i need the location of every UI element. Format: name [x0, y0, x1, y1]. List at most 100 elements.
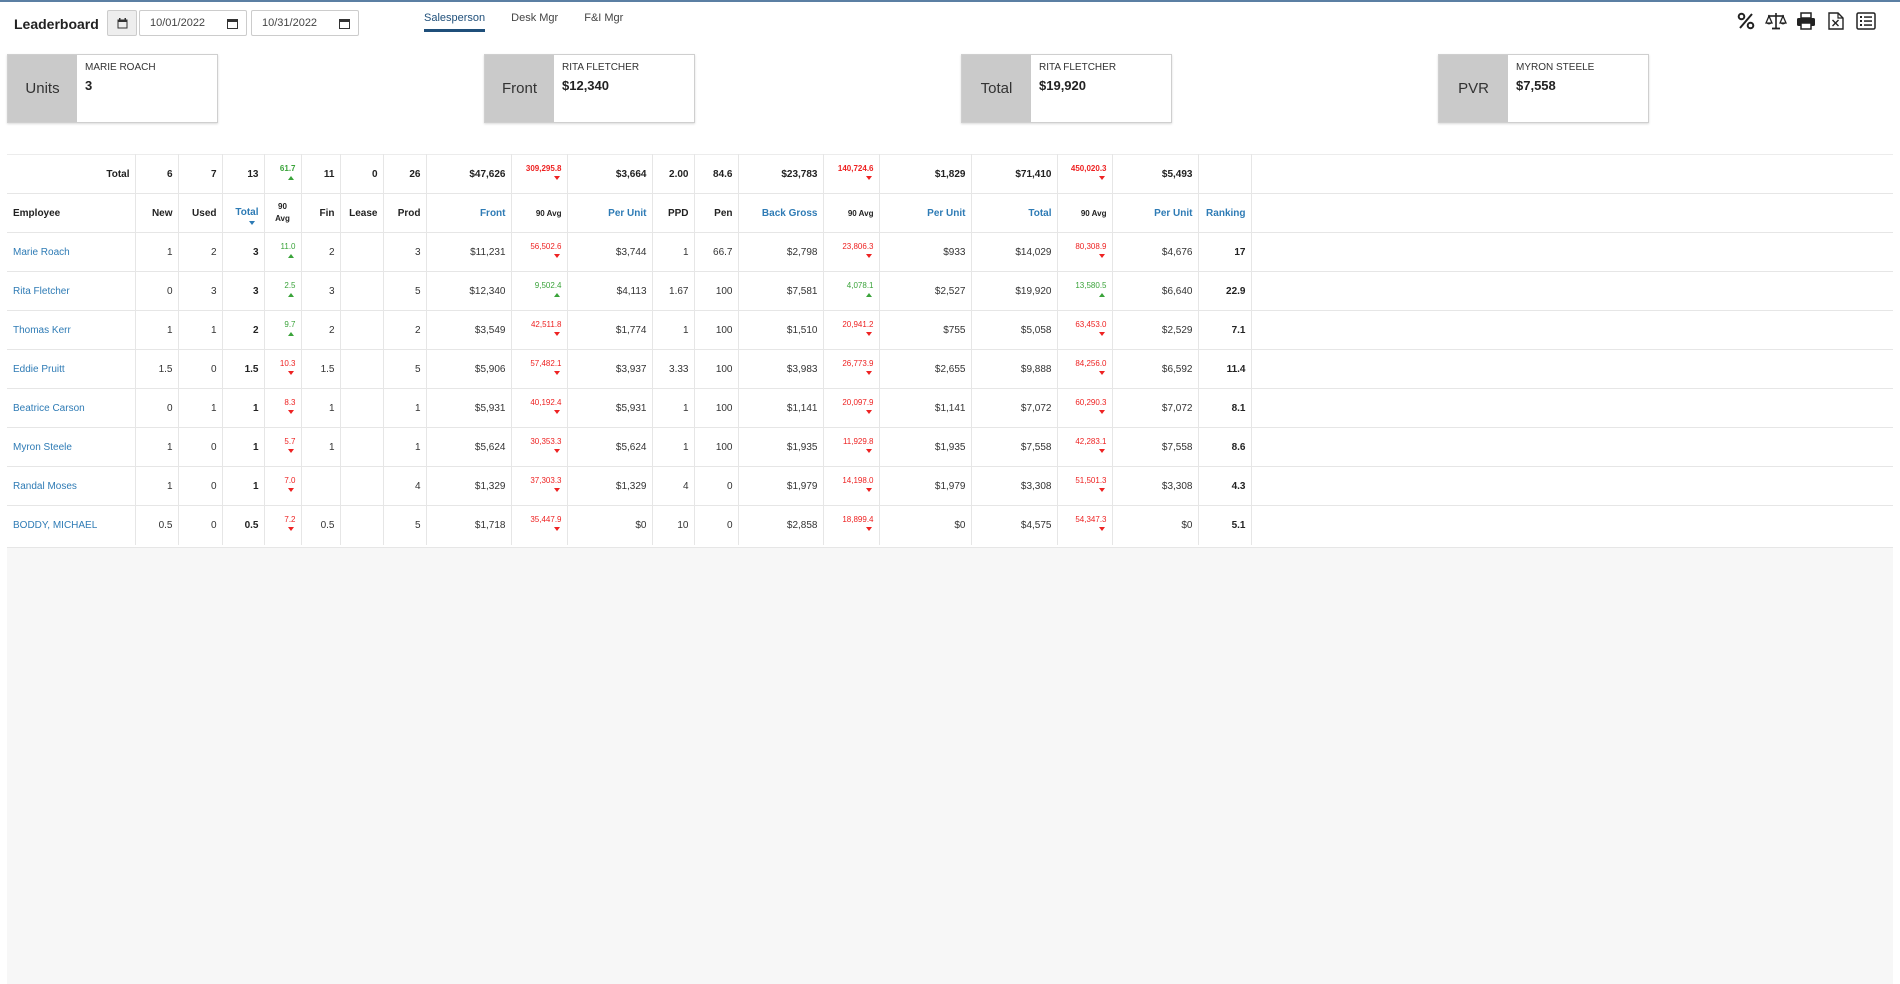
cell-front: $5,931 — [426, 388, 512, 428]
arrow-down-icon — [553, 332, 560, 336]
cell-lease — [340, 310, 384, 350]
row-filler — [1251, 154, 1893, 194]
cell-new: 0 — [135, 271, 179, 311]
column-header-front-pu[interactable]: Per Unit — [567, 193, 653, 233]
row-filler — [1251, 232, 1893, 272]
column-header-tot[interactable]: Total — [971, 193, 1058, 233]
cell-back-pu: $2,527 — [879, 271, 972, 311]
column-header-front[interactable]: Front — [426, 193, 512, 233]
column-header-total[interactable]: Total — [222, 193, 265, 233]
avg-cell: 56,502.6 — [511, 232, 568, 272]
print-icon[interactable] — [1794, 10, 1818, 32]
cell-tot-pu: $7,558 — [1112, 427, 1199, 467]
cell-new: 0 — [135, 388, 179, 428]
column-header-back[interactable]: Back Gross — [738, 193, 824, 233]
excel-icon[interactable] — [1824, 10, 1848, 32]
total-pen: 84.6 — [694, 154, 739, 194]
cell-fin: 1.5 — [301, 349, 341, 389]
row-filler — [1251, 427, 1893, 467]
cell-back-pu: $755 — [879, 310, 972, 350]
column-header-back-pu[interactable]: Per Unit — [879, 193, 972, 233]
employee-link[interactable]: Beatrice Carson — [7, 388, 136, 428]
cell-lease — [340, 388, 384, 428]
employee-link[interactable]: Eddie Pruitt — [7, 349, 136, 389]
tab-desk-mgr[interactable]: Desk Mgr — [511, 12, 558, 32]
avg-value: 40,192.4 — [530, 398, 562, 407]
cell-new: 1 — [135, 427, 179, 467]
cell-tot: $19,920 — [971, 271, 1058, 311]
cell-total: 1 — [222, 388, 265, 428]
avg-value: 84,256.0 — [1075, 359, 1107, 368]
column-header-label: 90 Avg — [847, 208, 874, 218]
total-fin: 11 — [301, 154, 341, 194]
column-header-label: Per Unit — [1154, 207, 1193, 219]
date-from-value: 10/01/2022 — [150, 17, 206, 29]
row-filler — [1251, 271, 1893, 311]
cell-total: 0.5 — [222, 505, 265, 545]
cell-used: 0 — [178, 427, 223, 467]
avg-cell: 9.7 — [264, 310, 302, 350]
employee-link[interactable]: Myron Steele — [7, 427, 136, 467]
row-filler — [1251, 466, 1893, 506]
arrow-down-icon — [553, 254, 560, 258]
column-header-front-avg: 90 Avg — [511, 193, 568, 233]
employee-link[interactable]: Thomas Kerr — [7, 310, 136, 350]
arrow-down-icon — [865, 332, 872, 336]
percent-icon[interactable] — [1734, 10, 1758, 32]
cell-new: 1 — [135, 232, 179, 272]
card-name: MARIE ROACH — [85, 62, 156, 73]
cell-rank: 8.6 — [1198, 427, 1252, 467]
calendar-icon[interactable] — [339, 18, 350, 32]
cell-ppd: 1 — [652, 427, 695, 467]
calendar-icon[interactable] — [227, 18, 238, 32]
avg-cell: 450,020.3 — [1057, 154, 1113, 194]
arrow-down-icon — [553, 371, 560, 375]
avg-value: 54,347.3 — [1075, 515, 1107, 524]
date-from-input[interactable]: 10/01/2022 — [139, 10, 247, 36]
arrow-down-icon — [865, 371, 872, 375]
avg-cell: 10.3 — [264, 349, 302, 389]
list-icon[interactable] — [1854, 10, 1878, 32]
table-row: Randal Moses 1 0 1 7.0 4 $1,329 37,303.3 $1,329 4… — [7, 466, 1893, 506]
column-header-label: Per Unit — [927, 207, 966, 219]
arrow-down-icon — [553, 527, 560, 531]
cell-used: 0 — [178, 466, 223, 506]
avg-value: 30,353.3 — [530, 437, 562, 446]
sort-desc-icon[interactable] — [248, 221, 255, 225]
avg-cell: 57,482.1 — [511, 349, 568, 389]
calendar-button[interactable] — [107, 10, 137, 36]
avg-value: 23,806.3 — [842, 242, 874, 251]
cell-tot: $4,575 — [971, 505, 1058, 545]
column-header-avg: 90 Avg — [264, 193, 302, 233]
tab-salesperson[interactable]: Salesperson — [424, 12, 486, 32]
avg-value: 57,482.1 — [530, 359, 562, 368]
tab-fi-mgr[interactable]: F&I Mgr — [584, 12, 623, 32]
row-filler — [1251, 193, 1893, 233]
cell-rank: 17 — [1198, 232, 1252, 272]
cell-lease — [340, 271, 384, 311]
cell-lease — [340, 427, 384, 467]
column-header-label: 90 Avg — [1080, 208, 1107, 218]
column-header-rank[interactable]: Ranking — [1198, 193, 1252, 233]
avg-value: 26,773.9 — [842, 359, 874, 368]
cell-prod: 2 — [383, 310, 427, 350]
employee-link[interactable]: Marie Roach — [7, 232, 136, 272]
avg-cell: 42,283.1 — [1057, 427, 1113, 467]
cell-front: $1,329 — [426, 466, 512, 506]
cell-lease — [340, 466, 384, 506]
card-value: $7,558 — [1516, 78, 1556, 93]
column-header-tot-pu[interactable]: Per Unit — [1112, 193, 1199, 233]
cell-pen: 0 — [694, 466, 739, 506]
employee-link[interactable]: BODDY, MICHAEL — [7, 505, 136, 545]
employee-link[interactable]: Randal Moses — [7, 466, 136, 506]
card-label: Total — [962, 55, 1031, 122]
employee-link[interactable]: Rita Fletcher — [7, 271, 136, 311]
arrow-up-icon — [865, 293, 872, 297]
avg-cell: 80,308.9 — [1057, 232, 1113, 272]
balance-scale-icon[interactable] — [1764, 10, 1788, 32]
date-to-input[interactable]: 10/31/2022 — [251, 10, 359, 36]
arrow-down-icon — [1098, 527, 1105, 531]
cell-rank: 5.1 — [1198, 505, 1252, 545]
avg-value: 35,447.9 — [530, 515, 562, 524]
avg-value: 37,303.3 — [530, 476, 562, 485]
